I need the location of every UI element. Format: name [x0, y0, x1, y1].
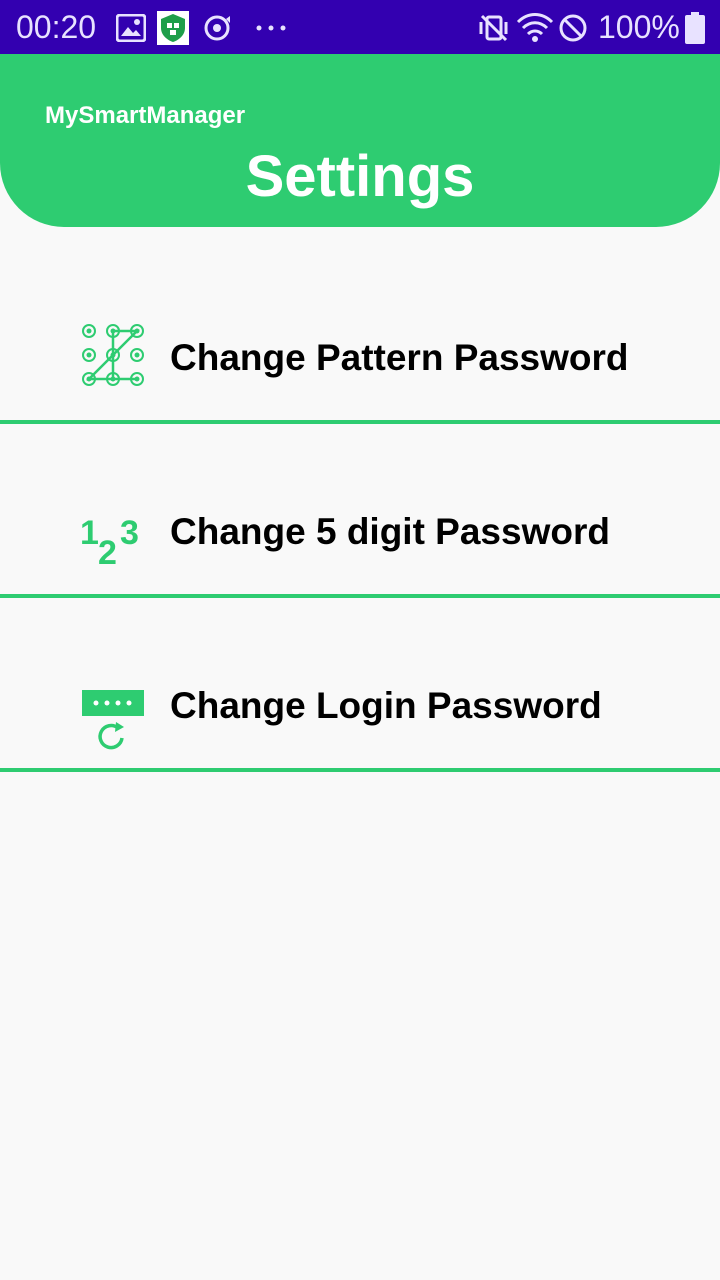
app-name: MySmartManager [45, 102, 246, 129]
mute-vibrate-icon [479, 14, 508, 42]
svg-text:2: 2 [98, 534, 117, 568]
wifi-icon [516, 13, 554, 42]
page-title: Settings [245, 144, 475, 209]
menu-item-change-5-digit-password[interactable]: 1 2 3 Change 5 digit Password [0, 424, 720, 598]
menu-item-label: Change Login Password [170, 685, 602, 726]
do-not-disturb-icon [559, 14, 587, 42]
status-time: 00:20 [16, 9, 97, 45]
image-icon [116, 14, 146, 42]
sync-icon [204, 15, 230, 41]
menu-item-label: Change 5 digit Password [170, 511, 610, 552]
svg-text:3: 3 [120, 514, 139, 552]
password-reset-icon [82, 690, 144, 750]
status-bar: 00:20 100% [0, 0, 720, 54]
menu-item-change-login-password[interactable]: Change Login Password [0, 598, 720, 772]
battery-icon [685, 12, 705, 44]
more-dots-icon [256, 25, 286, 31]
pattern-lock-icon [82, 324, 144, 386]
menu-item-label: Change Pattern Password [170, 337, 629, 378]
numeric-123-icon: 1 2 3 [80, 514, 139, 568]
battery-percent: 100% [598, 9, 680, 45]
menu-item-change-pattern-password[interactable]: Change Pattern Password [0, 250, 720, 424]
shield-app-icon [157, 11, 189, 45]
svg-text:1: 1 [80, 514, 99, 552]
app-header: MySmartManager Settings [0, 54, 720, 227]
